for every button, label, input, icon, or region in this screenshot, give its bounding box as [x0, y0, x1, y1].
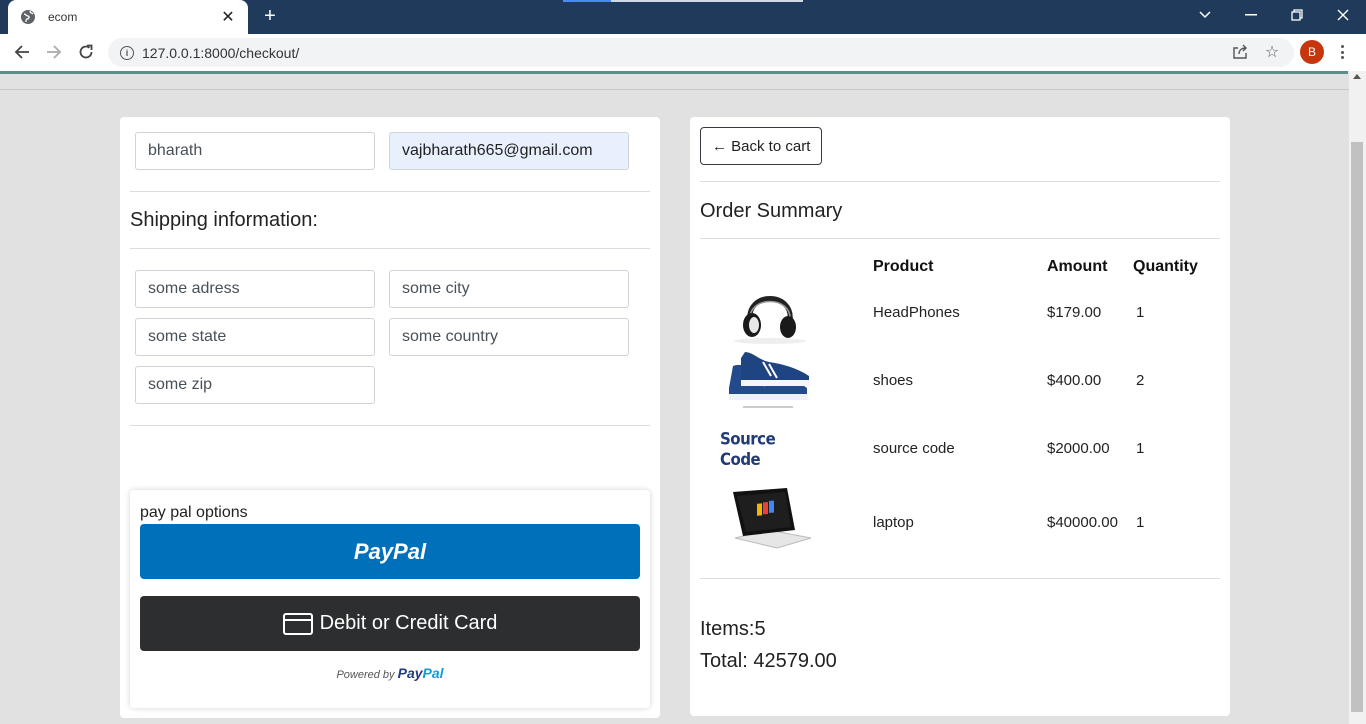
scroll-up-arrow-icon[interactable]: [1353, 74, 1361, 79]
navbar-edge: [0, 89, 1349, 90]
window-close-icon[interactable]: [1320, 0, 1366, 30]
minimize-icon[interactable]: [1228, 0, 1274, 30]
headphones-image: [720, 278, 820, 348]
item-quantity: 1: [1136, 514, 1145, 531]
state-field[interactable]: some state: [135, 318, 375, 356]
item-amount: $40000.00: [1047, 514, 1118, 531]
tab-close-icon[interactable]: ✕: [220, 7, 236, 27]
restore-icon[interactable]: [1274, 0, 1320, 30]
divider: [130, 425, 650, 426]
bookmark-star-icon[interactable]: ☆: [1262, 42, 1282, 62]
divider: [700, 578, 1220, 579]
back-arrow-icon[interactable]: [10, 40, 34, 64]
payment-options-label: pay pal options: [140, 504, 248, 521]
item-name: laptop: [873, 514, 914, 531]
address-field[interactable]: some adress: [135, 270, 375, 308]
name-field[interactable]: bharath: [135, 132, 375, 170]
zip-field[interactable]: some zip: [135, 366, 375, 404]
tab-title: ecom: [48, 10, 78, 24]
loading-indicator: [563, 0, 803, 2]
browser-titlebar: ecom ✕ +: [0, 0, 1366, 34]
profile-avatar[interactable]: B: [1300, 40, 1324, 64]
item-quantity: 1: [1136, 440, 1145, 457]
item-amount: $179.00: [1047, 304, 1102, 321]
forward-arrow-icon[interactable]: [42, 40, 66, 64]
reload-icon[interactable]: [74, 40, 98, 64]
powered-by-paypal: Powered by PayPal: [130, 665, 650, 681]
scrollbar-thumb[interactable]: [1351, 142, 1363, 712]
browser-tab[interactable]: ecom ✕: [8, 0, 248, 34]
item-name: source code: [873, 440, 955, 457]
item-name: HeadPhones: [873, 304, 960, 321]
page-scrollbar[interactable]: [1349, 71, 1366, 724]
back-to-cart-button[interactable]: ← Back to cart: [700, 127, 823, 165]
item-amount: $2000.00: [1047, 440, 1110, 457]
item-quantity: 1: [1136, 304, 1145, 321]
shipping-title: Shipping information:: [130, 209, 318, 231]
divider: [700, 238, 1220, 239]
tab-search-icon[interactable]: [1182, 0, 1228, 30]
items-count: Items:5: [700, 618, 766, 640]
order-summary-title: Order Summary: [700, 200, 843, 222]
order-summary-box: ← Back to cart Order Summary Product Amo…: [690, 117, 1230, 716]
payment-options-card: pay pal options PayPal Debit or Credit C…: [130, 490, 650, 708]
column-header-amount: Amount: [1047, 258, 1108, 275]
source-code-image: Source Code: [720, 414, 820, 484]
more-menu-icon[interactable]: [1333, 42, 1351, 62]
divider: [700, 181, 1220, 182]
credit-card-icon: [282, 612, 313, 635]
globe-icon: [20, 9, 36, 25]
email-field[interactable]: vajbharath665@gmail.com: [389, 132, 629, 170]
column-header-quantity: Quantity: [1133, 258, 1198, 275]
url-text: 127.0.0.1:8000/checkout/: [142, 44, 300, 61]
debit-credit-card-button[interactable]: Debit or Credit Card: [140, 596, 640, 651]
item-quantity: 2: [1136, 372, 1145, 389]
source-code-image-text: Source Code: [720, 428, 776, 470]
page-viewport: bharath vajbharath665@gmail.com Shipping…: [0, 74, 1349, 724]
divider: [130, 248, 650, 249]
address-bar[interactable]: i 127.0.0.1:8000/checkout/: [108, 38, 1294, 67]
new-tab-icon[interactable]: +: [258, 4, 282, 28]
city-field[interactable]: some city: [389, 270, 629, 308]
laptop-image: [720, 484, 820, 554]
paypal-wordmark: PayPal: [397, 665, 444, 681]
order-total: Total: 42579.00: [700, 650, 837, 672]
info-icon[interactable]: i: [120, 45, 134, 60]
browser-toolbar: i 127.0.0.1:8000/checkout/ ☆ B: [0, 34, 1366, 71]
shoes-image: [720, 345, 820, 415]
country-field[interactable]: some country: [389, 318, 629, 356]
powered-by-text: Powered by: [336, 669, 395, 681]
checkout-form-box: bharath vajbharath665@gmail.com Shipping…: [120, 117, 660, 718]
column-header-product: Product: [873, 258, 934, 275]
divider: [130, 191, 650, 192]
share-icon[interactable]: [1230, 42, 1250, 62]
paypal-logo: PayPal: [353, 538, 427, 564]
paypal-button[interactable]: PayPal: [140, 524, 640, 579]
item-name: shoes: [873, 372, 914, 389]
card-button-label: Debit or Credit Card: [319, 612, 498, 634]
item-amount: $400.00: [1047, 372, 1102, 389]
